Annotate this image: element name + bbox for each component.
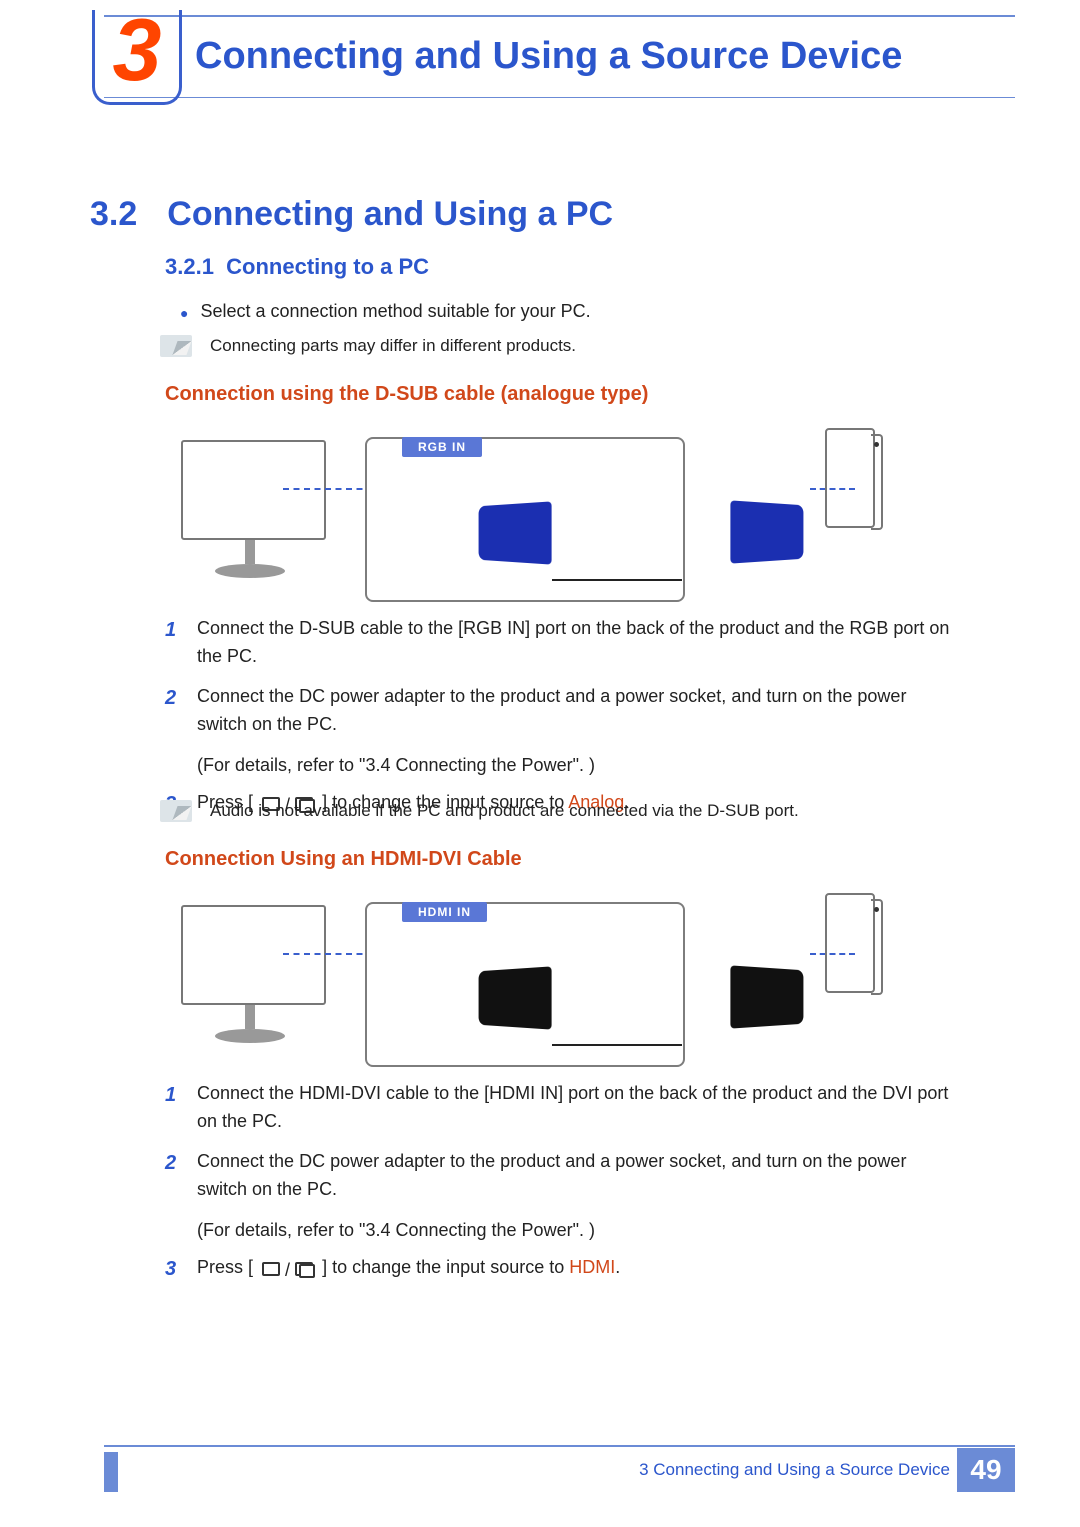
pc-tower-icon	[825, 893, 875, 993]
step-3-prefix: Press [	[197, 1257, 253, 1277]
port-label: HDMI IN	[402, 902, 487, 922]
chapter-title: Connecting and Using a Source Device	[195, 35, 902, 78]
port-panel: HDMI IN	[365, 902, 685, 1067]
dvi-plug-icon	[730, 965, 803, 1028]
port-panel: RGB IN	[365, 437, 685, 602]
step-3-keyword: HDMI	[569, 1257, 615, 1277]
footer-rule	[104, 1445, 1015, 1447]
dashed-line-icon	[283, 488, 373, 490]
note-text: Connecting parts may differ in different…	[210, 336, 576, 356]
step-text: Connect the DC power adapter to the prod…	[197, 683, 950, 739]
step-1: 1 Connect the D-SUB cable to the [RGB IN…	[165, 615, 950, 671]
hdmi-plug-icon	[479, 966, 552, 1029]
note-text: Audio is not available if the PC and pro…	[210, 801, 799, 821]
cable-icon	[552, 579, 682, 581]
step-text: Connect the D-SUB cable to the [RGB IN] …	[197, 615, 950, 671]
manual-page: 3 Connecting and Using a Source Device 3…	[0, 0, 1080, 1527]
step-number: 2	[165, 683, 183, 739]
dsub-diagram: RGB IN	[165, 428, 895, 603]
subsection-heading: 3.2.1 Connecting to a PC	[165, 254, 429, 280]
step-number: 1	[165, 1080, 183, 1136]
note-icon	[160, 800, 192, 822]
step-3: 3 Press [ / ] to change the input source…	[165, 1254, 950, 1285]
section-number: 3.2	[90, 195, 137, 234]
note-row: Connecting parts may differ in different…	[160, 335, 576, 357]
footer-left-block	[104, 1452, 118, 1492]
dsub-audio-note: Audio is not available if the PC and pro…	[160, 800, 799, 822]
step-text: Press [ / ] to change the input source t…	[197, 1254, 620, 1285]
step-2-detail: (For details, refer to "3.4 Connecting t…	[197, 751, 950, 780]
chapter-number-badge: 3	[92, 10, 182, 105]
step-number: 3	[165, 1254, 183, 1285]
step-3-mid: ] to change the input source to	[322, 1257, 569, 1277]
hdmi-diagram: HDMI IN	[165, 893, 895, 1068]
step-text: Connect the DC power adapter to the prod…	[197, 1148, 950, 1204]
step-3-suffix: .	[615, 1257, 620, 1277]
page-number: 49	[957, 1448, 1015, 1492]
monitor-stand-icon	[215, 1005, 285, 1045]
dashed-line-icon	[283, 953, 373, 955]
dsub-plug-icon	[730, 500, 803, 563]
step-text: Connect the HDMI-DVI cable to the [HDMI …	[197, 1080, 950, 1136]
step-2: 2 Connect the DC power adapter to the pr…	[165, 1148, 950, 1204]
monitor-icon	[181, 440, 326, 540]
source-button-icon: /	[258, 1257, 317, 1285]
pc-tower-icon	[825, 428, 875, 528]
subsection-title: Connecting to a PC	[226, 254, 429, 279]
section-heading: 3.2 Connecting and Using a PC	[90, 195, 613, 234]
top-rule	[104, 15, 1015, 17]
step-2-detail: (For details, refer to "3.4 Connecting t…	[197, 1216, 950, 1245]
subsection-number: 3.2.1	[165, 254, 214, 279]
step-1: 1 Connect the HDMI-DVI cable to the [HDM…	[165, 1080, 950, 1136]
footer-chapter-ref: 3 Connecting and Using a Source Device	[639, 1460, 950, 1480]
hdmi-steps: 1 Connect the HDMI-DVI cable to the [HDM…	[165, 1080, 950, 1297]
cable-icon	[552, 1044, 682, 1046]
monitor-stand-icon	[215, 540, 285, 580]
dsub-heading: Connection using the D-SUB cable (analog…	[165, 383, 648, 406]
step-2: 2 Connect the DC power adapter to the pr…	[165, 683, 950, 739]
dsub-plug-icon	[479, 501, 552, 564]
port-label: RGB IN	[402, 437, 482, 457]
bullet-item: ● Select a connection method suitable fo…	[180, 301, 591, 325]
section-title: Connecting and Using a PC	[167, 195, 613, 234]
top-rule-2	[104, 97, 1015, 98]
note-icon	[160, 335, 192, 357]
bullet-text: Select a connection method suitable for …	[200, 301, 590, 325]
bullet-dot-icon: ●	[180, 301, 188, 325]
monitor-icon	[181, 905, 326, 1005]
hdmi-heading: Connection Using an HDMI-DVI Cable	[165, 848, 522, 871]
step-number: 2	[165, 1148, 183, 1204]
step-number: 1	[165, 615, 183, 671]
